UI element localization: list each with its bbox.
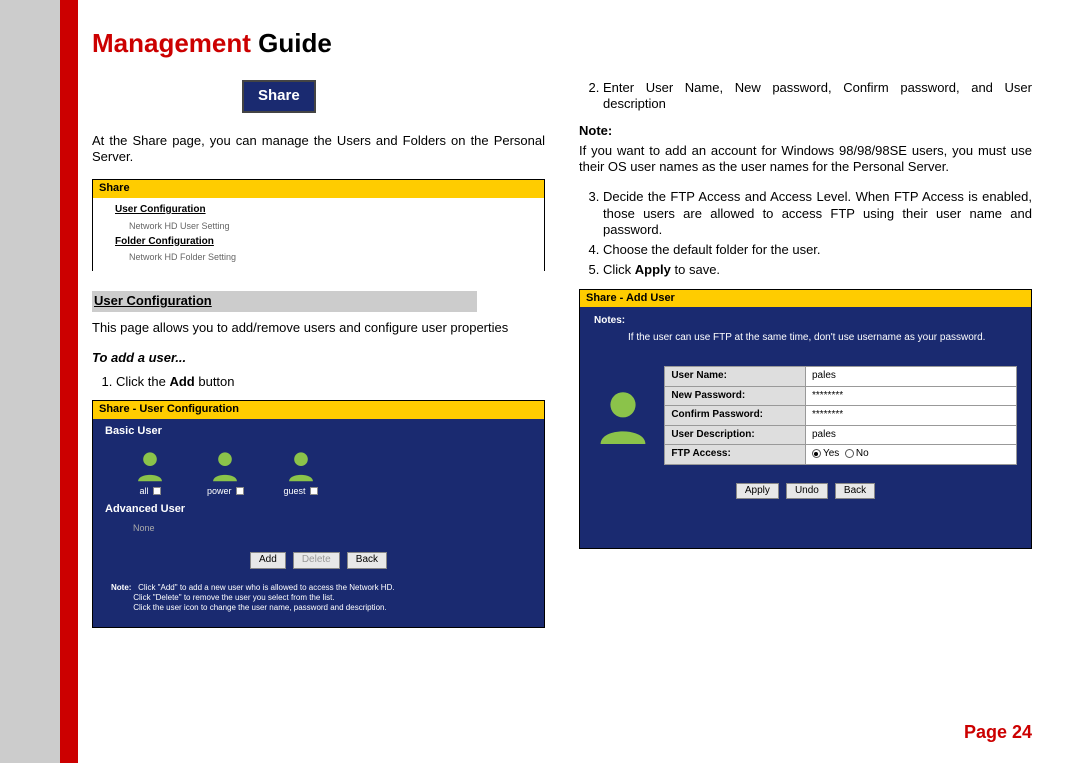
user-icon-all: all — [133, 449, 167, 497]
value-user-desc[interactable]: pales — [805, 425, 1016, 445]
person-icon — [133, 449, 167, 483]
ss2-none: None — [133, 523, 544, 534]
value-user-name[interactable]: pales — [805, 367, 1016, 387]
ss2-title: Share - User Configuration — [93, 401, 544, 419]
note-heading: Note: — [579, 123, 1032, 139]
checkbox-icon — [236, 487, 244, 495]
screenshot-add-user: Share - Add User Notes: If the user can … — [579, 289, 1032, 549]
back-button[interactable]: Back — [835, 483, 875, 500]
user-icon-power: power — [207, 449, 244, 497]
screenshot-user-config: Share - User Configuration Basic User al… — [92, 400, 545, 628]
ss1-title: Share — [93, 180, 544, 198]
label-confirm-password: Confirm Password: — [665, 406, 806, 426]
to-add-heading: To add a user... — [92, 350, 545, 366]
page-number: Page 24 — [964, 722, 1032, 743]
steps-list-1: Click the Add button — [116, 374, 545, 390]
ss2-advanced-label: Advanced User — [105, 503, 544, 517]
ss3-user-icon — [594, 366, 652, 465]
label-user-desc: User Description: — [665, 425, 806, 445]
ss1-user-sub: Network HD User Setting — [129, 221, 508, 232]
steps-list-3: Decide the FTP Access and Access Level. … — [603, 189, 1032, 278]
radio-no[interactable] — [845, 449, 854, 458]
page-red-bar — [60, 0, 78, 763]
ss2-basic-label: Basic User — [105, 425, 544, 439]
ss3-buttons: Apply Undo Back — [580, 483, 1031, 510]
label-new-password: New Password: — [665, 386, 806, 406]
step-3: Decide the FTP Access and Access Level. … — [603, 189, 1032, 238]
share-chip: Share — [242, 80, 316, 113]
ss1-folder-sub: Network HD Folder Setting — [129, 252, 508, 263]
back-button[interactable]: Back — [347, 552, 387, 569]
value-confirm-password[interactable]: ******** — [805, 406, 1016, 426]
ss3-form: User Name: pales New Password: ******** … — [580, 360, 1031, 475]
value-new-password[interactable]: ******** — [805, 386, 1016, 406]
steps-list-2: Enter User Name, New password, Confirm p… — [603, 80, 1032, 113]
person-icon — [208, 449, 242, 483]
add-button[interactable]: Add — [250, 552, 286, 569]
ss3-notes: Notes: If the user can use FTP at the sa… — [594, 315, 1017, 344]
ss3-title: Share - Add User — [580, 290, 1031, 308]
user-icon-guest: guest — [284, 449, 318, 497]
page-title: Management Guide — [92, 28, 332, 59]
step-1: Click the Add button — [116, 374, 545, 390]
user-config-heading: User Configuration — [92, 291, 477, 311]
note-body: If you want to add an account for Window… — [579, 143, 1032, 176]
undo-button[interactable]: Undo — [786, 483, 828, 500]
label-ftp-access: FTP Access: — [665, 445, 806, 465]
ss1-folder-config-link: Folder Configuration — [115, 236, 522, 249]
radio-yes[interactable] — [812, 449, 821, 458]
step-4: Choose the default folder for the user. — [603, 242, 1032, 258]
title-black: Guide — [251, 28, 332, 58]
intro-paragraph: At the Share page, you can manage the Us… — [92, 133, 545, 166]
ss2-user-icons: all power guest — [133, 449, 544, 497]
step-5: Click Apply to save. — [603, 262, 1032, 278]
screenshot-share-menu: Share User Configuration Network HD User… — [92, 179, 545, 271]
share-chip-wrap: Share — [92, 80, 545, 127]
step-2: Enter User Name, New password, Confirm p… — [603, 80, 1032, 113]
ss2-note: Note: Click "Add" to add a new user who … — [111, 583, 526, 614]
person-icon — [595, 388, 651, 444]
checkbox-icon — [153, 487, 161, 495]
title-red: Management — [92, 28, 251, 58]
label-user-name: User Name: — [665, 367, 806, 387]
user-config-para: This page allows you to add/remove users… — [92, 320, 545, 336]
ss3-form-table: User Name: pales New Password: ******** … — [664, 366, 1017, 465]
content-columns: Share At the Share page, you can manage … — [92, 80, 1032, 713]
person-icon — [284, 449, 318, 483]
checkbox-icon — [310, 487, 318, 495]
ss1-user-config-link: User Configuration — [115, 204, 522, 217]
value-ftp-access: Yes No — [805, 445, 1016, 465]
ss2-buttons: Add Delete Back — [93, 552, 544, 569]
delete-button[interactable]: Delete — [293, 552, 340, 569]
apply-button[interactable]: Apply — [736, 483, 779, 500]
